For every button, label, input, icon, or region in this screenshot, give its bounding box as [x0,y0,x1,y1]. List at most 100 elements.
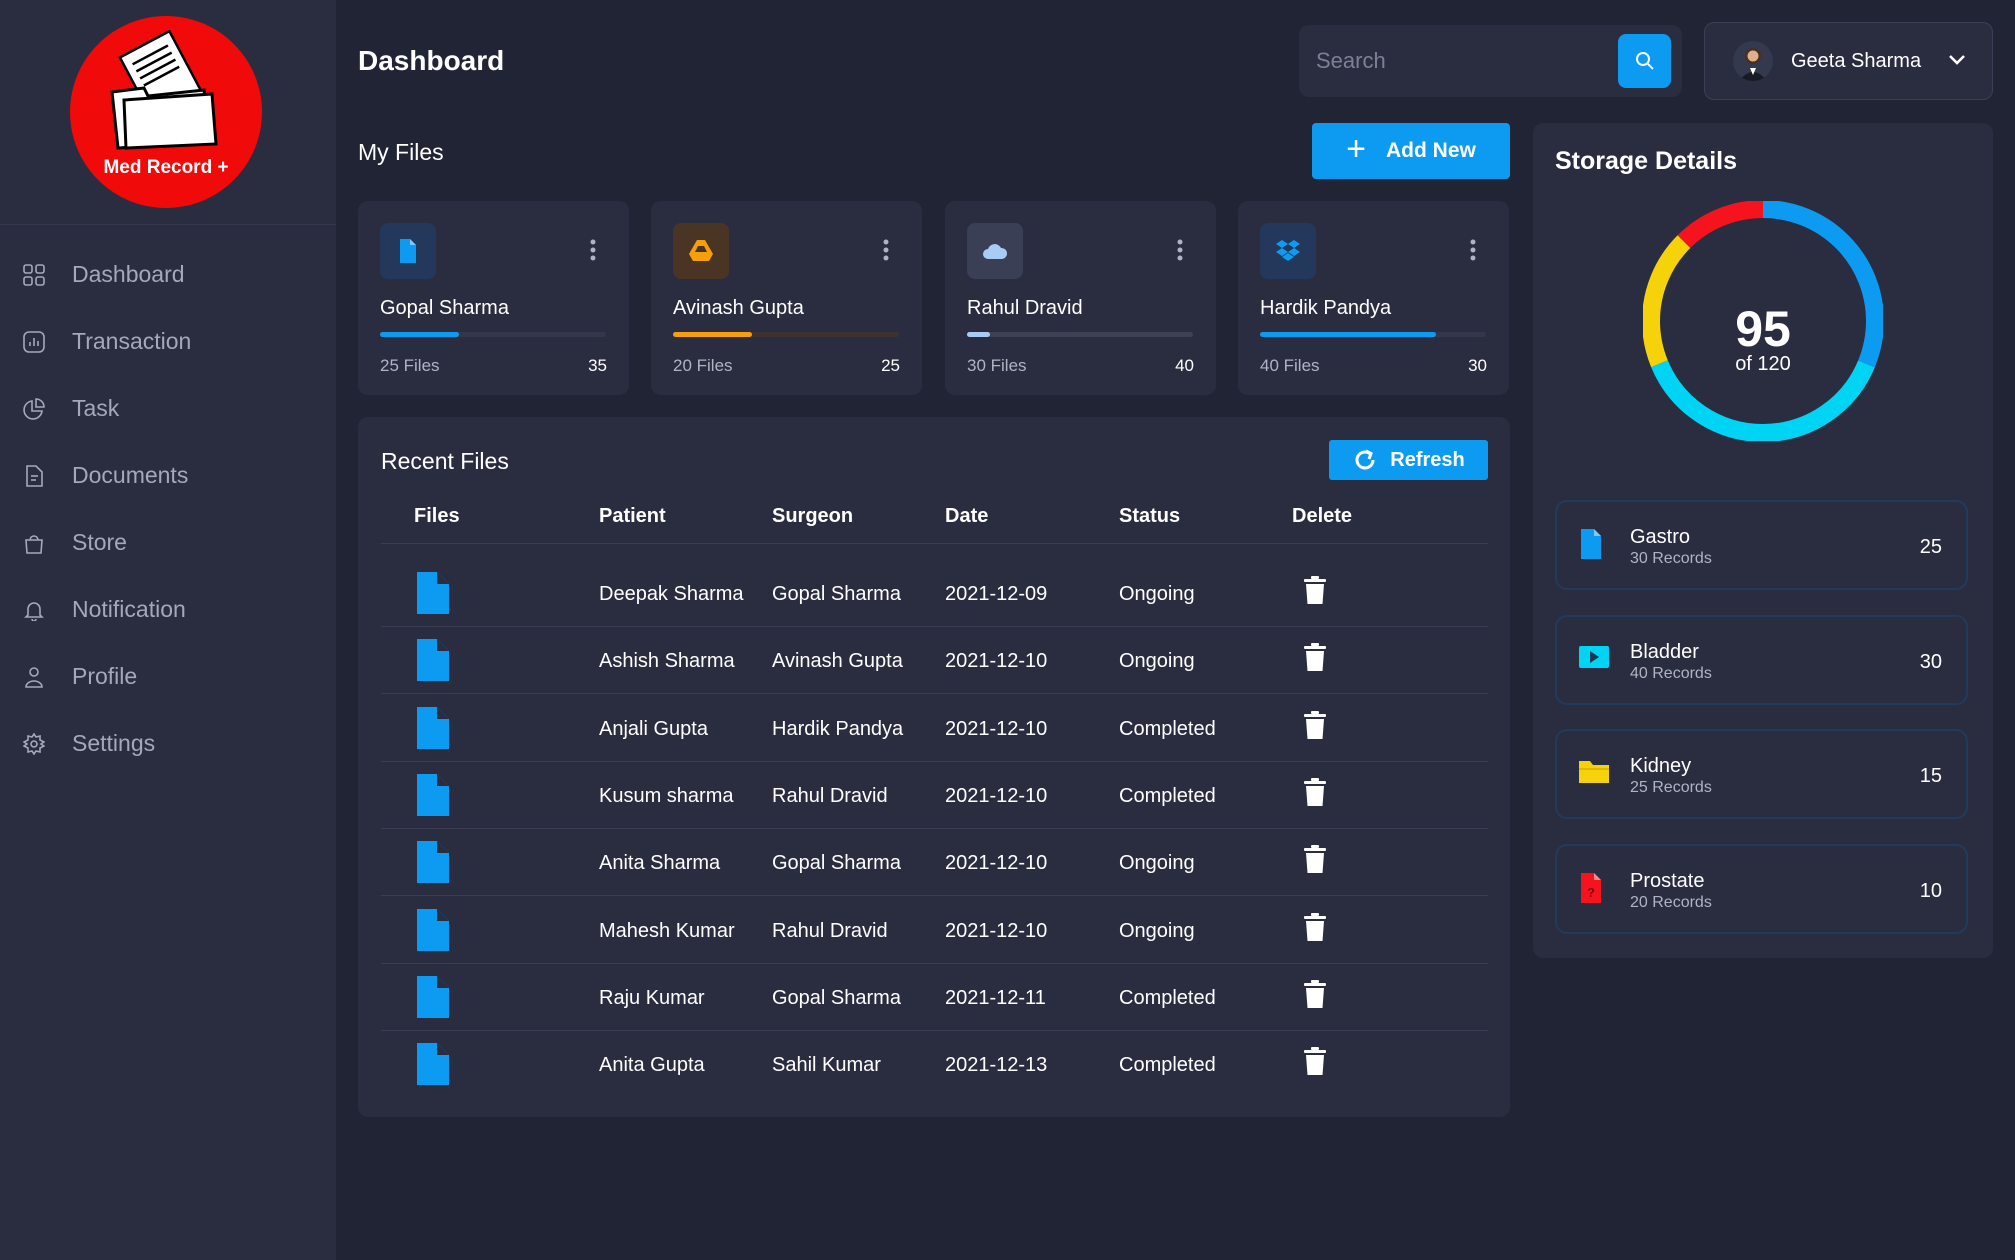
table-row[interactable]: Deepak Sharma Gopal Sharma 2021-12-09 Ongoi… [381,560,1488,627]
table-row[interactable]: Raju Kumar Gopal Sharma 2021-12-11 Complete… [381,964,1488,1031]
table-row[interactable]: Ashish Sharma Avinash Gupta 2021-12-10 Ongo… [381,627,1488,695]
search-input[interactable] [1299,25,1609,97]
donut-center: 95 of 120 [1643,201,1883,441]
card-name: Avinash Gupta [673,297,804,319]
card-count: 25 [881,356,900,375]
refresh-button[interactable]: Refresh [1329,440,1488,480]
file-icon[interactable] [415,572,449,614]
category-value: 25 [1919,536,1942,558]
sidebar-item-label: Profile [72,663,138,689]
trash-icon[interactable] [1304,576,1326,604]
file-card[interactable]: Avinash Gupta 20 Files 25 [651,201,922,395]
date-cell: 2021-12-10 [945,784,1048,807]
sidebar-item-settings[interactable]: Settings [0,710,336,777]
refresh-icon [1355,449,1375,470]
sidebar-item-label: Task [72,395,120,421]
category-prostate[interactable]: ? Prostate 20 Records 10 [1555,844,1968,934]
more-icon[interactable] [883,239,889,261]
progress-bar [673,332,899,337]
sidebar-item-dashboard[interactable]: Dashboard [0,241,336,308]
progress-bar [1260,332,1486,337]
more-icon[interactable] [1177,239,1183,261]
file-icon[interactable] [415,975,449,1018]
table-row[interactable]: Mahesh Kumar Rahul Dravid 2021-12-10 Ongoin… [381,897,1488,964]
sidebar-item-task[interactable]: Task [0,375,336,442]
trash-icon[interactable] [1304,777,1326,806]
trash-icon[interactable] [1304,979,1326,1008]
status-cell: Ongoing [1119,583,1195,605]
dropbox-icon [1260,223,1316,279]
file-icon[interactable] [415,639,449,682]
file-card[interactable]: Rahul Dravid 30 Files 40 [945,201,1216,395]
logo-text: Med Record + [103,157,229,178]
date-cell: 2021-12-10 [945,650,1048,673]
date-cell: 2021-12-13 [945,1054,1048,1077]
file-icon[interactable] [415,773,449,816]
chevron-down-icon [1949,55,1965,65]
sidebar-item-notification[interactable]: Notification [0,576,336,643]
category-value: 30 [1919,651,1942,673]
date-cell: 2021-12-10 [945,919,1048,942]
patient-cell: Anita Sharma [599,852,721,875]
category-name: Kidney [1630,755,1692,777]
file-card[interactable]: Gopal Sharma 25 Files 35 [358,201,629,395]
status-cell: Completed [1119,986,1216,1009]
patient-cell: Kusum sharma [599,784,734,807]
patient-cell: Anita Gupta [599,1054,705,1077]
sidebar-item-documents[interactable]: Documents [0,442,336,509]
card-count: 30 [1468,356,1487,375]
card-name: Rahul Dravid [967,297,1083,319]
surgeon-cell: Sahil Kumar [772,1054,881,1077]
category-name: Prostate [1630,870,1705,892]
category-records: 25 Records [1630,779,1712,796]
storage-used: 95 [1735,301,1791,357]
more-icon[interactable] [590,239,596,261]
sidebar-item-label: Dashboard [72,261,185,287]
table-row[interactable]: Anita Gupta Sahil Kumar 2021-12-13 Complete… [381,1031,1488,1098]
table-header: Files Patient Surgeon Date Status Delete [381,483,1488,544]
file-icon[interactable] [415,1043,449,1086]
my-files-title: My Files [358,139,444,165]
trash-icon[interactable] [1304,845,1326,874]
card-name: Gopal Sharma [380,297,509,319]
table-row[interactable]: Anita Sharma Gopal Sharma 2021-12-10 Ongoin… [381,829,1488,897]
status-cell: Ongoing [1119,650,1195,673]
progress-fill [1260,332,1437,337]
sidebar: Med Record + Dashboard Transaction Task [0,0,336,1260]
file-icon[interactable] [415,908,449,951]
column-header-surgeon: Surgeon [772,505,854,527]
add-new-button[interactable]: + Add New [1312,123,1510,179]
category-bladder[interactable]: Bladder 40 Records 30 [1555,615,1968,705]
card-file-count: 30 Files [967,356,1027,375]
user-menu[interactable]: Geeta Sharma [1704,22,1993,100]
sidebar-item-profile[interactable]: Profile [0,643,336,710]
trash-icon[interactable] [1304,912,1326,941]
surgeon-cell: Rahul Dravid [772,784,888,807]
trash-icon[interactable] [1304,710,1326,739]
app-logo[interactable]: Med Record + [70,16,262,208]
file-icon[interactable] [415,706,449,749]
search-button[interactable] [1618,34,1671,88]
svg-text:?: ? [1587,885,1595,900]
task-icon [22,397,46,421]
sidebar-item-label: Notification [72,596,186,622]
category-kidney[interactable]: Kidney 25 Records 15 [1555,729,1968,819]
more-icon[interactable] [1470,239,1476,261]
trash-icon[interactable] [1304,643,1326,672]
category-gastro[interactable]: Gastro 30 Records 25 [1555,500,1968,590]
category-records: 40 Records [1630,665,1712,682]
file-icon [380,223,436,279]
patient-cell: Ashish Sharma [599,650,735,673]
table-row[interactable]: Anjali Gupta Hardik Pandya 2021-12-10 Compl… [381,695,1488,762]
dashboard-icon [22,263,46,287]
sidebar-item-transaction[interactable]: Transaction [0,308,336,375]
trash-icon[interactable] [1304,1047,1326,1076]
patient-cell: Deepak Sharma [599,583,744,605]
date-cell: 2021-12-10 [945,717,1048,740]
bell-icon [22,598,46,622]
logo-area: Med Record + [0,0,336,225]
file-icon[interactable] [415,841,449,884]
table-row[interactable]: Kusum sharma Rahul Dravid 2021-12-10 Comple… [381,762,1488,829]
file-card[interactable]: Hardik Pandya 40 Files 30 [1238,201,1509,395]
sidebar-item-store[interactable]: Store [0,509,336,576]
